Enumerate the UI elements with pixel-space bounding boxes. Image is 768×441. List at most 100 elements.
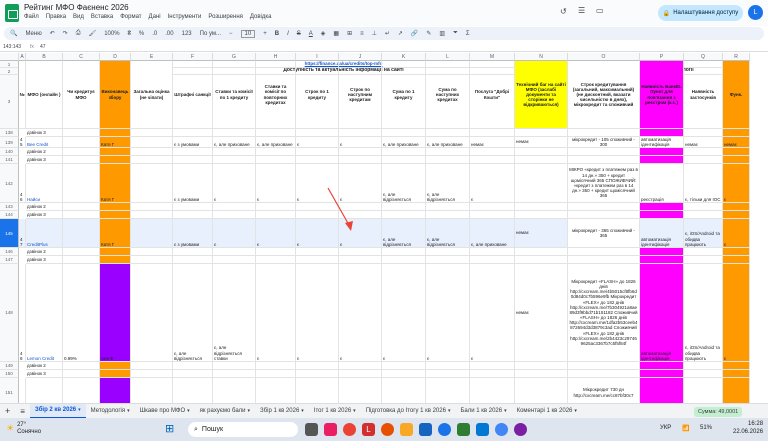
column-header[interactable]: H — [256, 53, 296, 61]
row-header[interactable]: 144 — [0, 211, 19, 219]
search-menu-icon[interactable]: 🔍 — [10, 30, 17, 37]
font-size-input[interactable]: 10 — [240, 29, 256, 38]
currency-button[interactable]: ₴ — [128, 31, 131, 37]
app-icon[interactable] — [381, 423, 394, 436]
text-color-button[interactable]: A — [309, 31, 313, 37]
lang-indicator[interactable]: УКР — [660, 425, 671, 431]
column-header[interactable]: F — [173, 53, 213, 61]
percent-button[interactable]: % — [139, 31, 144, 37]
cell-mfo[interactable]: Найси — [26, 164, 63, 203]
column-header[interactable]: I — [296, 53, 339, 61]
fill-color-icon[interactable]: ◈ — [321, 30, 326, 37]
font-size-plus[interactable]: + — [263, 31, 267, 37]
undo-icon[interactable]: ↶ — [50, 30, 55, 37]
document-title[interactable]: Рейтинг МФО Фаєненс 2026 — [24, 3, 129, 12]
row-header[interactable]: 151 — [0, 378, 19, 403]
column-header[interactable]: O — [568, 53, 640, 61]
start-icon[interactable]: ⊞ — [165, 422, 174, 435]
sum-indicator[interactable]: Сумма: 49,0001 — [694, 407, 743, 417]
column-header[interactable]: M — [470, 53, 515, 61]
chevron-down-icon[interactable]: ▾ — [301, 408, 304, 414]
sheet-tab[interactable]: Збір 1 кв 2026 ▾ — [255, 404, 309, 419]
chevron-down-icon[interactable]: ▾ — [78, 407, 81, 413]
photos-icon[interactable] — [324, 423, 337, 436]
corner-select[interactable] — [0, 53, 19, 61]
chrome-icon[interactable] — [343, 423, 356, 436]
row-header[interactable]: 141 — [0, 156, 19, 164]
row-header[interactable]: 142 — [0, 164, 19, 203]
menu-item[interactable]: Довідка — [250, 14, 272, 20]
font-select[interactable]: По ум... — [200, 31, 221, 37]
align-icon[interactable]: ≡ — [360, 31, 364, 37]
sheet-tab[interactable]: Ітог 1 кв 2026 ▾ — [309, 404, 361, 419]
letter-app-icon[interactable]: L — [362, 423, 375, 436]
chart-icon[interactable]: ▥ — [439, 30, 445, 37]
row-header[interactable]: 145 — [0, 219, 19, 248]
redo-icon[interactable]: ↷ — [63, 30, 68, 37]
sheets-logo-icon[interactable] — [5, 4, 19, 22]
column-header[interactable]: Q — [684, 53, 723, 61]
all-sheets-button[interactable]: ≡ — [15, 404, 30, 419]
outlook-icon[interactable] — [476, 423, 489, 436]
app3-icon[interactable] — [514, 423, 527, 436]
chevron-down-icon[interactable]: ▾ — [187, 408, 190, 414]
meet-icon[interactable]: ▭ — [596, 6, 604, 15]
row-header[interactable]: 150 — [0, 370, 19, 378]
valign-icon[interactable]: ⊥ — [372, 30, 377, 37]
row-header[interactable]: 146 — [0, 248, 19, 256]
menu-item[interactable]: Правка — [46, 14, 66, 20]
borders-icon[interactable]: ▦ — [333, 30, 339, 37]
rotate-icon[interactable]: ↗ — [398, 30, 403, 37]
taskbar-search[interactable]: ⌕ Пошук — [188, 422, 298, 437]
sheet-tab[interactable]: Бали 1 кв 2026 ▾ — [455, 404, 511, 419]
print-icon[interactable]: ⎙ — [76, 30, 81, 37]
formula-input[interactable]: 47 — [40, 44, 46, 50]
strike-button[interactable]: S — [297, 31, 301, 37]
chevron-down-icon[interactable]: ▾ — [248, 408, 251, 414]
insert-comment-icon[interactable]: ✎ — [426, 30, 431, 37]
share-button[interactable]: 🔒 Налаштування доступу — [658, 5, 743, 21]
row-header[interactable]: 143 — [0, 203, 19, 211]
column-header[interactable]: N — [515, 53, 568, 61]
battery-label[interactable]: 51% — [700, 425, 712, 431]
decimal-decrease-button[interactable]: .0 — [152, 31, 157, 37]
column-header[interactable]: J — [339, 53, 382, 61]
add-sheet-button[interactable]: + — [0, 404, 15, 419]
menu-item[interactable]: Вставка — [91, 14, 113, 20]
menu-item[interactable]: Дані — [149, 14, 161, 20]
weather-widget[interactable]: ☀ 27° Сонячно — [6, 422, 41, 435]
bold-button[interactable]: B — [275, 31, 279, 37]
column-header[interactable]: L — [426, 53, 470, 61]
cell-mfo[interactable]: Bee Credit — [26, 137, 63, 148]
widgets-icon[interactable] — [305, 423, 318, 436]
functions-icon[interactable]: Σ — [466, 31, 470, 37]
column-header[interactable]: G — [213, 53, 256, 61]
name-box[interactable]: 143:143 — [0, 44, 30, 50]
sheet-tab[interactable]: Збір 2 кв 2026 ▾ — [29, 403, 86, 419]
link-icon[interactable]: 🔗 — [411, 30, 418, 37]
column-header[interactable]: E — [131, 53, 173, 61]
app2-icon[interactable] — [495, 423, 508, 436]
number-format-button[interactable]: 123 — [182, 31, 192, 37]
menu-item[interactable]: Формат — [120, 14, 141, 20]
store-icon[interactable] — [419, 423, 432, 436]
row-header[interactable]: 139 — [0, 137, 19, 148]
row-header[interactable]: 148 — [0, 264, 19, 362]
sheet-tab[interactable]: Шкаве про МФО ▾ — [135, 404, 195, 419]
menu-search[interactable]: Меню — [25, 31, 41, 37]
sheet-tab[interactable]: Методологія ▾ — [86, 404, 135, 419]
merge-icon[interactable]: ⊞ — [347, 30, 352, 37]
chevron-down-icon[interactable]: ▾ — [353, 408, 356, 414]
menu-item[interactable]: Файл — [24, 14, 39, 20]
row-header[interactable]: 2 — [0, 68, 19, 75]
chevron-down-icon[interactable]: ▾ — [127, 408, 130, 414]
spreadsheet-grid[interactable]: A B C D E F G H I J K L M N O P Q R 1 https://finance.ua/ua… — [0, 53, 768, 403]
clock[interactable]: 16:28 22.06.2026 — [733, 421, 763, 437]
menu-item[interactable]: Розширення — [208, 14, 242, 20]
sheet-tab[interactable]: Підготовка до Ітогу 1 кв 2026 ▾ — [361, 404, 456, 419]
sheet-tab[interactable]: Коментарі 1 кв 2026 ▾ — [512, 404, 582, 419]
column-header[interactable]: A — [19, 53, 26, 61]
decimal-increase-button[interactable]: .00 — [165, 31, 173, 37]
avatar[interactable]: L — [748, 5, 763, 20]
chevron-down-icon[interactable]: ▾ — [448, 408, 451, 414]
